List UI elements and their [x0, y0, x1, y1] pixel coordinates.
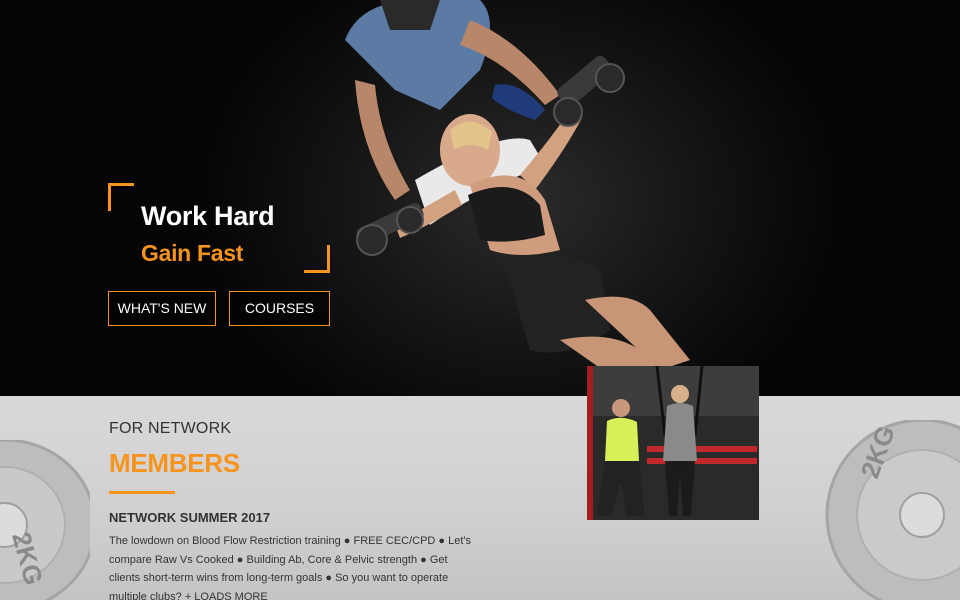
trx-training-thumbnail[interactable]: [587, 366, 759, 520]
whats-new-button[interactable]: WHAT'S NEW: [108, 291, 216, 326]
courses-button[interactable]: COURSES: [229, 291, 330, 326]
hero-banner: Work Hard Gain Fast WHAT'S NEW COURSES: [0, 0, 960, 396]
issue-summary-text: The lowdown on Blood Flow Restriction tr…: [109, 535, 472, 600]
section-kicker: FOR NETWORK: [109, 420, 232, 437]
issue-title: NETWORK SUMMER 2017: [109, 510, 271, 525]
headline-frame: Work Hard Gain Fast: [108, 183, 330, 273]
section-title: MEMBERS: [109, 448, 240, 478]
loads-more-link[interactable]: + LOADS MORE: [185, 591, 268, 600]
title-underline: [109, 491, 175, 494]
headline-line2: Gain Fast: [141, 240, 244, 266]
trx-photo: [587, 366, 759, 520]
frame-corner-bottom-right: [304, 245, 330, 273]
members-section: 2KG 2KG FOR NETWORK MEMBERS NETWORK SUMM…: [0, 396, 960, 600]
weight-plate-right: 2KG: [825, 420, 960, 600]
frame-corner-top-left: [108, 183, 134, 211]
headline-line1: Work Hard: [141, 201, 275, 231]
weight-plate-left: 2KG: [0, 440, 90, 600]
issue-summary: The lowdown on Blood Flow Restriction tr…: [109, 532, 479, 600]
